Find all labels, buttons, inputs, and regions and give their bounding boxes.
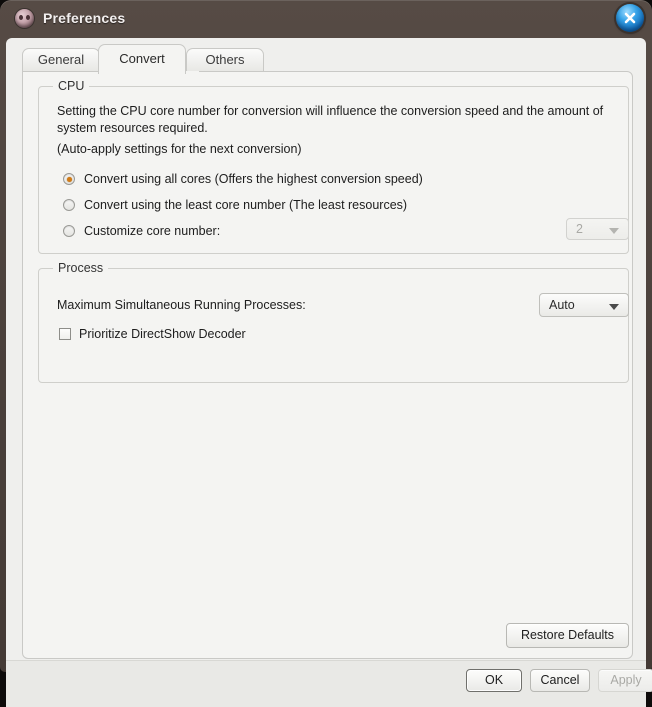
radio-convert-least-cores[interactable]: Convert using the least core number (The… [63,195,407,215]
checkbox-indicator-directshow[interactable] [59,328,71,340]
cancel-button[interactable]: Cancel [530,669,590,692]
chevron-down-icon [609,304,619,310]
dialog-client-area: General Convert Others CPU Setting the C… [6,38,646,666]
radio-indicator-customize[interactable] [63,225,75,237]
radio-convert-all-cores[interactable]: Convert using all cores (Offers the high… [63,169,423,189]
cpu-group: CPU Setting the CPU core number for conv… [38,86,629,254]
apply-button: Apply [598,669,652,692]
ok-button[interactable]: OK [466,669,522,692]
restore-defaults-button[interactable]: Restore Defaults [506,623,629,648]
radio-indicator-all-cores[interactable] [63,173,75,185]
core-number-dropdown[interactable]: 2 [566,218,629,240]
core-number-value: 2 [576,222,583,236]
radio-customize-core-number[interactable]: Customize core number: [63,221,220,241]
tab-panel-convert: CPU Setting the CPU core number for conv… [22,71,633,659]
max-processes-dropdown[interactable]: Auto [539,293,629,317]
cpu-auto-apply-note: (Auto-apply settings for the next conver… [57,141,597,158]
app-icon [15,9,34,28]
dialog-footer: OK Cancel Apply [6,660,646,707]
checkbox-label-directshow: Prioritize DirectShow Decoder [79,327,246,341]
close-icon[interactable] [616,4,644,32]
radio-indicator-least-cores[interactable] [63,199,75,211]
process-group: Process Maximum Simultaneous Running Pro… [38,268,629,383]
chevron-down-icon [609,228,619,234]
title-bar[interactable]: Preferences [0,0,652,38]
max-processes-value: Auto [549,298,575,312]
tab-convert[interactable]: Convert [98,44,186,74]
radio-label-least-cores: Convert using the least core number (The… [84,198,407,212]
checkbox-prioritize-directshow[interactable]: Prioritize DirectShow Decoder [59,325,246,343]
radio-label-customize: Customize core number: [84,224,220,238]
radio-label-all-cores: Convert using all cores (Offers the high… [84,172,423,186]
window-title: Preferences [43,10,125,26]
cpu-description: Setting the CPU core number for conversi… [57,103,615,137]
max-processes-label: Maximum Simultaneous Running Processes: [57,297,306,314]
tab-general[interactable]: General [22,48,100,72]
process-group-title: Process [53,261,108,275]
cpu-group-title: CPU [53,79,89,93]
tab-others[interactable]: Others [186,48,264,72]
